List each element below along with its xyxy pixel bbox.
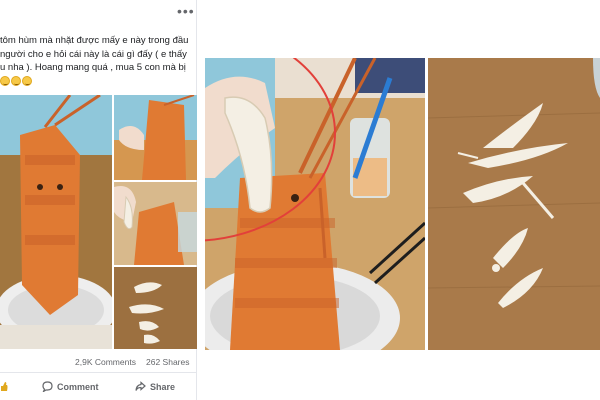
confused-face-icon <box>0 76 10 86</box>
confused-face-icon <box>22 76 32 86</box>
caption-line: người cho e hỏi cái này là cái gì đấy ( … <box>0 48 187 60</box>
social-post-card: ••• tôm hùm mà nhặt được mấy e này trong… <box>0 0 197 400</box>
comments-count[interactable]: 2,9K Comments <box>75 357 136 367</box>
share-button[interactable]: Share <box>135 381 175 392</box>
hand-holding-parasite-photo[interactable] <box>114 182 197 265</box>
like-button[interactable] <box>0 381 11 392</box>
lobster-head-photo[interactable] <box>114 95 197 180</box>
white-parasites-on-wooden-table-photo[interactable] <box>428 58 600 350</box>
shares-count[interactable]: 262 Shares <box>146 357 189 367</box>
parasites-on-table-photo[interactable] <box>114 267 197 349</box>
more-options-icon[interactable]: ••• <box>177 4 195 18</box>
caption-line: u nha ). Hoang mang quá , mua 5 con mà b… <box>0 62 186 73</box>
emoji-row <box>0 76 32 86</box>
share-icon <box>135 381 146 392</box>
post-action-bar: Comment Share <box>0 372 197 400</box>
lobster-in-bowl-photo[interactable] <box>0 95 112 349</box>
comment-button[interactable]: Comment <box>42 381 99 392</box>
share-label: Share <box>150 381 176 392</box>
post-caption: tôm hùm mà nhặt được mấy e này trong đầu… <box>0 34 195 75</box>
post-photo-grid <box>0 95 197 349</box>
comment-icon <box>42 381 53 392</box>
confused-face-icon <box>11 76 21 86</box>
hand-holding-parasite-over-lobster-photo[interactable] <box>205 58 425 350</box>
like-icon <box>0 381 11 392</box>
comment-label: Comment <box>57 381 99 392</box>
caption-line: tôm hùm mà nhặt được mấy e này trong đầu <box>0 35 189 46</box>
